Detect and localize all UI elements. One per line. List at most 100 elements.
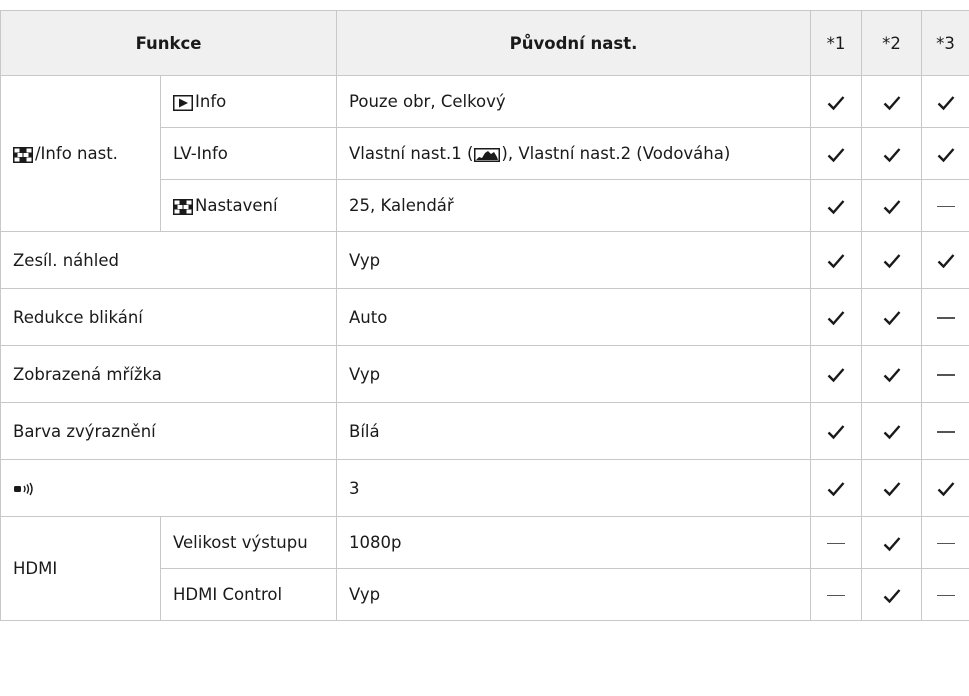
sub-lv-info: LV-Info: [159, 127, 338, 180]
sub-hdmi-control: HDMI Control: [159, 568, 338, 621]
mark-cell: [861, 516, 923, 569]
mark-cell: [861, 345, 923, 403]
mark-cell: [861, 459, 923, 517]
dash-icon: [827, 542, 846, 545]
mark-cell: [810, 127, 863, 180]
mark-cell: [861, 75, 923, 128]
mark-cell: [810, 402, 863, 460]
mark-cell: [861, 231, 923, 289]
label-cell: Zobrazená mřížka: [0, 345, 338, 403]
check-icon: [883, 311, 900, 326]
dash-icon: [936, 374, 955, 376]
mark-cell: [861, 127, 923, 180]
check-icon: [827, 482, 845, 497]
mark-cell: [810, 568, 863, 621]
check-icon: [883, 199, 900, 214]
mark-cell: [861, 288, 923, 346]
value-cell: Vyp: [336, 231, 812, 289]
dash-icon: [936, 431, 955, 433]
group-label: /Info nast.: [35, 144, 118, 163]
label-cell: Zesíl. náhled: [0, 231, 338, 289]
dash-icon: [936, 542, 955, 545]
sub-label: Info: [195, 92, 227, 111]
mark-cell: [810, 231, 863, 289]
check-icon: [883, 368, 900, 383]
mark-cell: [810, 345, 863, 403]
value-cell: Vyp: [336, 345, 812, 403]
mark-cell: [921, 345, 969, 403]
check-icon: [827, 425, 845, 440]
header-funkce: Funkce: [0, 10, 338, 76]
table-row: HDMI Velikost výstupu 1080p: [0, 516, 969, 621]
value-cell: Vyp: [336, 568, 812, 621]
sub-info: Info: [159, 75, 338, 128]
mark-cell: [810, 516, 863, 569]
mark-cell: [810, 459, 863, 517]
check-icon: [827, 147, 845, 162]
table-row: 3: [0, 459, 969, 517]
table-row: Zesíl. náhled Vyp: [0, 231, 969, 289]
mark-cell: [921, 75, 969, 128]
check-icon: [883, 147, 900, 162]
value-pre: Vlastní nast.1 (: [349, 144, 474, 163]
mark-cell: [921, 179, 969, 232]
grid-view-icon: [173, 198, 193, 215]
value-cell: 3: [336, 459, 812, 517]
check-icon: [937, 95, 954, 110]
dash-icon: [936, 594, 955, 597]
label-cell: Barva zvýraznění: [0, 402, 338, 460]
mark-cell: [921, 231, 969, 289]
value-cell: Bílá: [336, 402, 812, 460]
mark-cell: [810, 288, 863, 346]
mark-cell: [921, 127, 969, 180]
value-cell: Pouze obr, Celkový: [336, 75, 812, 128]
beep-sound-icon: [14, 482, 33, 496]
group-hdmi: HDMI: [0, 516, 161, 621]
value-cell: 25, Kalendář: [336, 179, 812, 232]
mark-cell: [861, 402, 923, 460]
mark-cell: [921, 459, 969, 517]
playback-icon: [173, 94, 193, 111]
check-icon: [883, 95, 900, 110]
mark-cell: [861, 568, 923, 621]
value-post: ), Vlastní nast.2 (Vodováha): [501, 144, 731, 163]
check-icon: [937, 254, 954, 269]
check-icon: [883, 588, 900, 603]
mark-cell: [861, 179, 923, 232]
mark-cell: [921, 516, 969, 569]
mark-cell: [810, 179, 863, 232]
settings-table: Funkce Původní nast. *1 *2 *3 /Info nast…: [0, 10, 969, 621]
dash-icon: [936, 317, 955, 319]
header-mark-2: *2: [861, 10, 923, 76]
value-cell: Auto: [336, 288, 812, 346]
header-puvodni: Původní nast.: [336, 10, 812, 76]
histogram-icon: [474, 147, 501, 162]
check-icon: [883, 482, 900, 497]
dash-icon: [827, 594, 846, 597]
check-icon: [827, 254, 845, 269]
mark-cell: [810, 75, 863, 128]
table-row: Zobrazená mřížka Vyp: [0, 345, 969, 403]
table-row: Barva zvýraznění Bílá: [0, 402, 969, 460]
dash-icon: [936, 205, 955, 208]
check-icon: [827, 95, 845, 110]
label-cell: Redukce blikání: [0, 288, 338, 346]
sub-label: Nastavení: [195, 196, 278, 215]
check-icon: [827, 199, 845, 214]
check-icon: [883, 536, 900, 551]
mark-cell: [921, 288, 969, 346]
grid-view-icon: [13, 146, 33, 163]
mark-cell: [921, 402, 969, 460]
label-cell: [0, 459, 338, 517]
check-icon: [883, 425, 900, 440]
sub-nastaveni: Nastavení: [159, 179, 338, 232]
check-icon: [937, 482, 954, 497]
value-cell: Vlastní nast.1 ( ), Vlastní nast.2 (Vodo…: [336, 127, 812, 180]
header-mark-3: *3: [921, 10, 969, 76]
check-icon: [827, 368, 845, 383]
table-row: /Info nast. Info Pouze obr, Celkový: [0, 75, 969, 232]
header-row: Funkce Původní nast. *1 *2 *3: [0, 10, 969, 76]
check-icon: [937, 147, 954, 162]
group-info-nast: /Info nast.: [0, 75, 161, 232]
check-icon: [883, 254, 900, 269]
